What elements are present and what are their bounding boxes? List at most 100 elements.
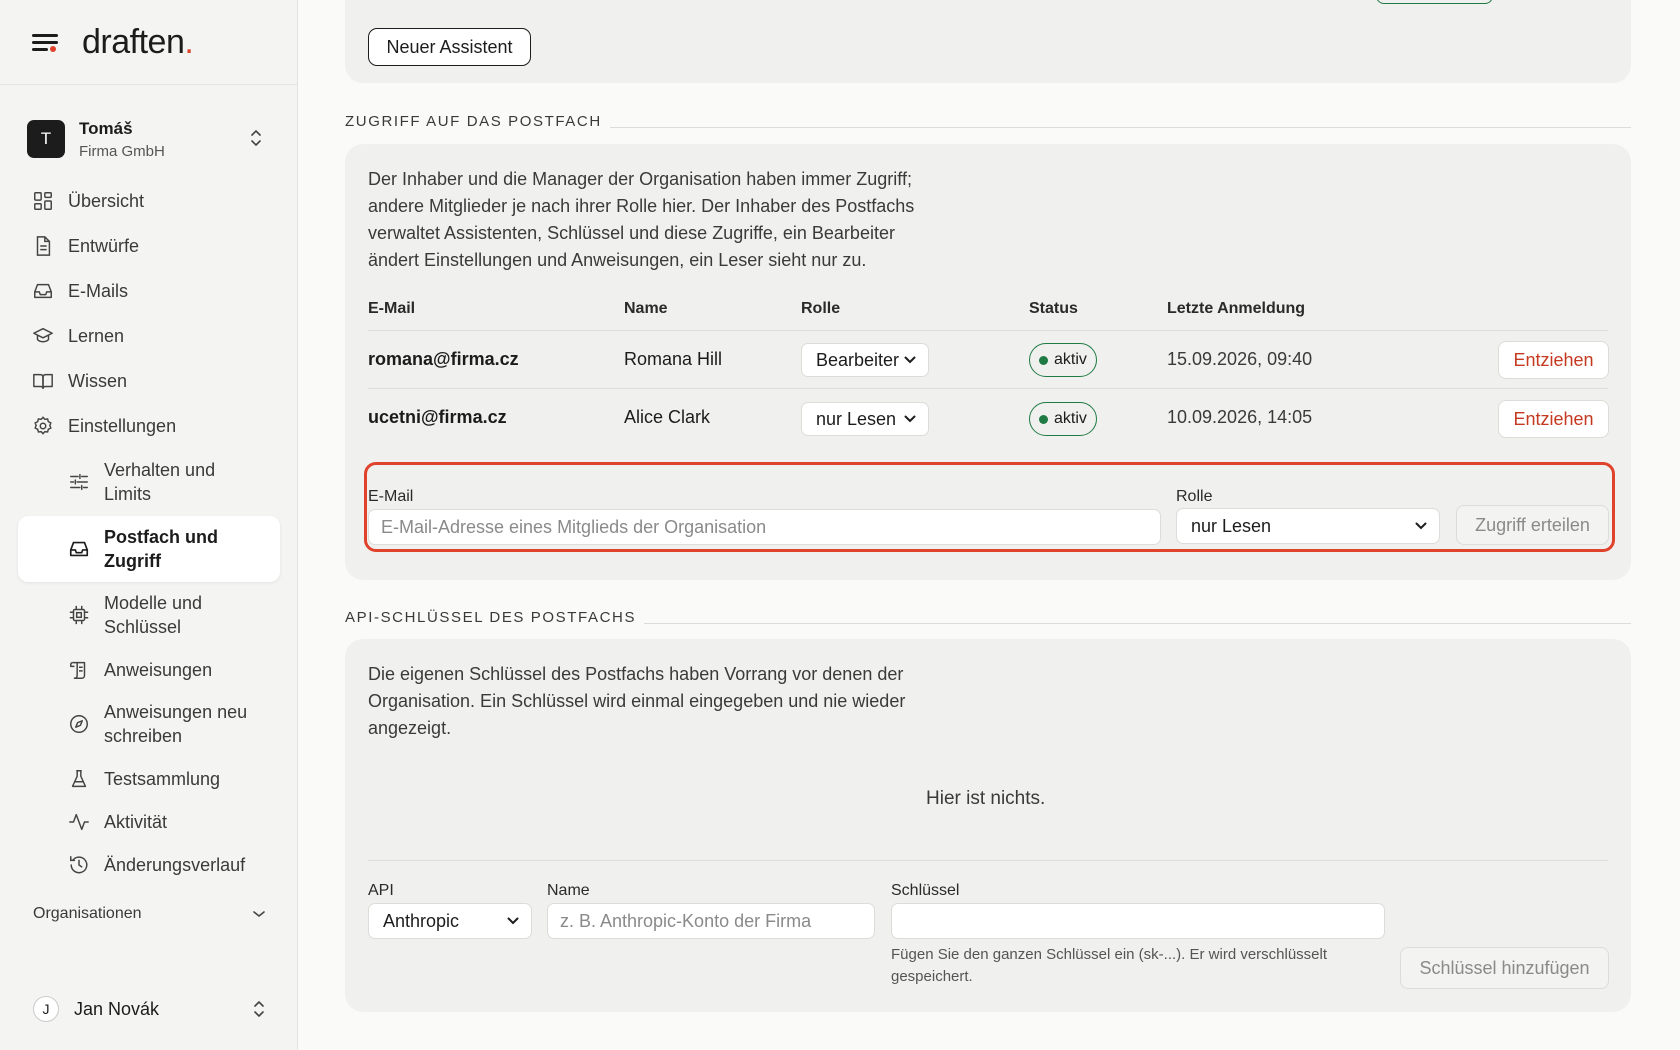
settings-nav-instructions[interactable]: Anweisungen xyxy=(68,658,212,682)
graduation-cap-icon xyxy=(33,327,53,343)
nav-item-overview[interactable]: Übersicht xyxy=(32,190,144,212)
document-icon xyxy=(36,236,51,256)
member-name: Romana Hill xyxy=(624,349,723,369)
settings-nav-mailbox-access[interactable]: Postfach und Zugriff xyxy=(68,525,218,573)
key-label: Schlüssel xyxy=(891,882,960,899)
sliders-icon xyxy=(70,473,88,491)
access-section-title: ZUGRIFF AUF DAS POSTFACH xyxy=(345,113,602,130)
activity-icon xyxy=(69,813,89,831)
nav-label: Entwürfe xyxy=(68,235,140,256)
inbox-icon xyxy=(34,283,52,299)
nav-item-drafts[interactable]: Entwürfe xyxy=(32,235,139,257)
api-keys-section-title: API-SCHLÜSSEL DES POSTFACHS xyxy=(345,609,637,626)
key-input[interactable] xyxy=(891,903,1385,939)
settings-nav-label: Anweisungen neu xyxy=(104,702,248,722)
settings-nav-label: Anweisungen xyxy=(104,660,213,680)
menu-icon[interactable] xyxy=(32,32,58,52)
settings-nav-label: Testsammlung xyxy=(104,769,221,789)
chip-icon xyxy=(69,605,89,625)
divider xyxy=(368,388,1608,389)
new-assistant-button[interactable]: Neuer Assistent xyxy=(368,28,531,66)
nav-item-emails[interactable]: E-Mails xyxy=(32,280,128,302)
logo[interactable]: draften. xyxy=(82,23,194,62)
role-label: Rolle xyxy=(1176,488,1213,505)
account-company: Firma GmbH xyxy=(79,142,165,160)
column-header-email: E-Mail xyxy=(368,300,416,317)
settings-nav-label: Limits xyxy=(104,484,152,504)
api-keys-description: Die eigenen Schlüssel des Postfachs habe… xyxy=(368,664,906,738)
settings-nav-label: Aktivität xyxy=(104,812,168,832)
revoke-button[interactable]: Entziehen xyxy=(1498,341,1609,379)
nav-item-knowledge[interactable]: Wissen xyxy=(32,370,127,392)
column-header-name: Name xyxy=(624,300,668,317)
history-icon xyxy=(70,856,88,874)
role-select[interactable]: nur Lesen xyxy=(801,402,929,436)
empty-state: Hier ist nichts. xyxy=(926,788,1046,809)
column-header-status: Status xyxy=(1029,300,1078,317)
chevron-down-icon xyxy=(507,917,519,925)
account-switcher[interactable]: T Tomáš Firma GmbH xyxy=(27,117,273,161)
nav-item-settings[interactable]: Einstellungen xyxy=(32,415,176,437)
divider xyxy=(368,330,1608,331)
organizations-toggle[interactable]: Organisationen xyxy=(33,905,266,923)
book-icon xyxy=(33,373,53,390)
divider xyxy=(610,127,1631,128)
email-input[interactable]: E-Mail-Adresse eines Mitglieds der Organ… xyxy=(368,509,1161,545)
api-provider-select[interactable]: Anthropic xyxy=(368,903,532,939)
status-badge: aktiv xyxy=(1029,402,1097,436)
revoke-button[interactable]: Entziehen xyxy=(1498,400,1609,438)
settings-nav-label: schreiben xyxy=(104,726,183,746)
chevron-down-icon xyxy=(1415,522,1427,530)
column-header-last-login: Letzte Anmeldung xyxy=(1167,300,1306,317)
settings-nav-label: Verhalten und xyxy=(104,460,216,480)
api-label: API xyxy=(368,882,394,899)
main-content: Neuer Assistent ZUGRIFF AUF DAS POSTFACH… xyxy=(298,0,1680,1050)
divider xyxy=(644,623,1631,624)
logo-row: draften. xyxy=(0,0,297,85)
nav-label: E-Mails xyxy=(68,280,129,301)
settings-nav-rewrite-instructions[interactable]: Anweisungen neu schreiben xyxy=(68,700,247,748)
dashboard-icon xyxy=(34,192,52,210)
account-avatar: T xyxy=(27,120,65,158)
add-key-button[interactable]: Schlüssel hinzufügen xyxy=(1400,947,1609,989)
grant-access-button[interactable]: Zugriff erteilen xyxy=(1456,505,1609,545)
scroll-icon xyxy=(70,661,86,679)
member-name: Alice Clark xyxy=(624,407,711,427)
last-login: 10.09.2026, 14:05 xyxy=(1167,407,1313,427)
chevron-updown-icon xyxy=(251,130,261,146)
compass-icon xyxy=(70,715,88,733)
settings-nav-testset[interactable]: Testsammlung xyxy=(68,767,220,791)
new-role-select[interactable]: nur Lesen xyxy=(1176,508,1440,544)
chevron-down-icon xyxy=(904,415,916,423)
key-hint: Fügen Sie den ganzen Schlüssel ein (sk-.… xyxy=(891,946,1328,985)
sidebar: draften. T Tomáš Firma GmbH Übersicht En… xyxy=(0,0,298,1050)
settings-nav-label: Modelle und xyxy=(104,593,203,613)
inbox-icon xyxy=(69,541,89,557)
settings-nav-history[interactable]: Änderungsverlauf xyxy=(68,853,245,877)
access-description: Der Inhaber und die Manager der Organisa… xyxy=(368,169,915,270)
user-menu[interactable]: J Jan Novák xyxy=(33,994,266,1024)
key-name-label: Name xyxy=(547,882,590,899)
divider xyxy=(368,860,1608,861)
flask-icon xyxy=(71,770,87,788)
settings-nav-activity[interactable]: Aktivität xyxy=(68,810,167,834)
account-name: Tomáš xyxy=(79,118,133,138)
nav-item-learn[interactable]: Lernen xyxy=(32,325,124,347)
settings-nav-models-keys[interactable]: Modelle und Schlüssel xyxy=(68,591,202,639)
role-select[interactable]: Bearbeiter xyxy=(801,343,929,377)
email-label: E-Mail xyxy=(368,488,414,505)
member-email: ucetni@firma.cz xyxy=(368,407,507,427)
nav-label: Lernen xyxy=(68,325,125,346)
gear-icon xyxy=(34,416,52,435)
chevron-updown-icon xyxy=(254,1001,264,1017)
nav-label: Übersicht xyxy=(68,190,145,211)
nav-label: Einstellungen xyxy=(68,415,177,436)
nav-label: Wissen xyxy=(68,370,128,391)
chevron-down-icon xyxy=(904,356,916,364)
key-name-input[interactable]: z. B. Anthropic-Konto der Firma xyxy=(547,903,875,939)
assistants-card xyxy=(345,0,1631,83)
user-name: Jan Novák xyxy=(74,998,160,1019)
settings-nav-behavior[interactable]: Verhalten und Limits xyxy=(68,458,215,506)
user-avatar: J xyxy=(33,996,59,1022)
settings-nav-label: Postfach und xyxy=(104,527,219,547)
